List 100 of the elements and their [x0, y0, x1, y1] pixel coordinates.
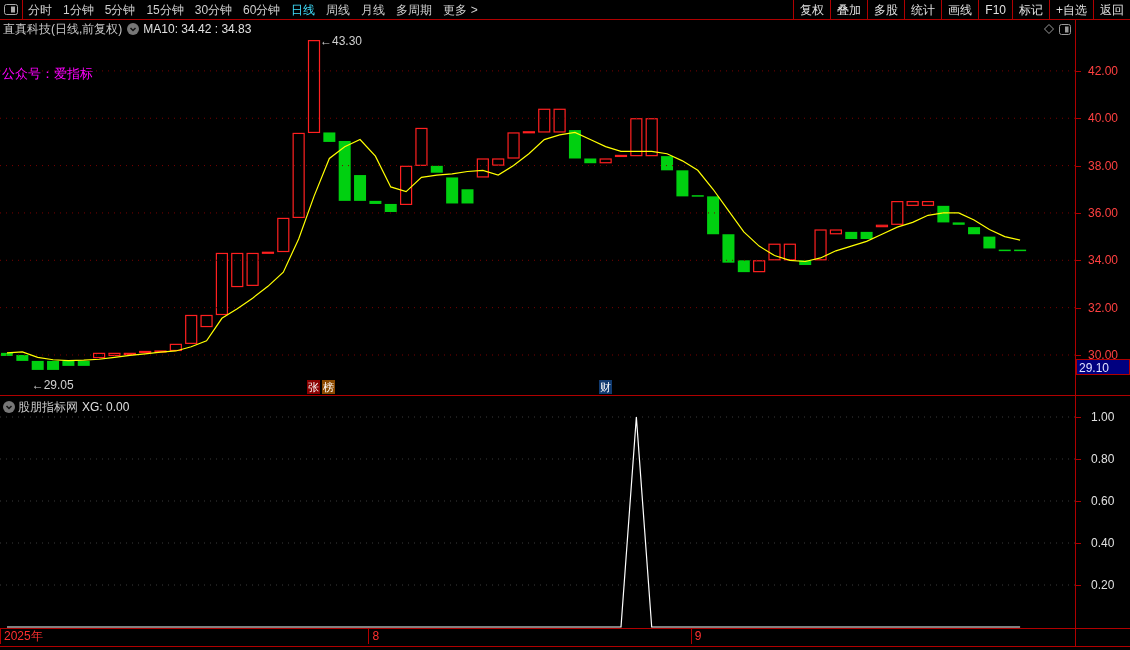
candlestick [983, 236, 996, 249]
candlestick [645, 118, 658, 157]
candlestick [400, 165, 413, 205]
axis-label: 1.00 [1091, 410, 1115, 424]
indicator-title: 股朋指标网 [18, 399, 78, 416]
candlestick [185, 314, 198, 344]
candlestick [354, 175, 367, 201]
axis-label: 0.60 [1091, 494, 1115, 508]
axis-label: 30.00 [1088, 348, 1119, 362]
axis-label: 32.00 [1088, 300, 1119, 315]
candlestick [261, 251, 275, 254]
candlestick [522, 131, 535, 134]
event-tag[interactable]: 财 [598, 380, 612, 394]
toolbar-button[interactable]: 多股 [867, 0, 905, 19]
candlestick [906, 201, 919, 206]
price-label: ←29.05 [31, 378, 74, 393]
candlestick [123, 352, 136, 356]
candlestick [476, 158, 489, 178]
candlestick [921, 201, 935, 206]
date-label: 9 [690, 629, 702, 644]
period-tab[interactable]: 1分钟 [63, 0, 94, 19]
date-label: 8 [368, 629, 380, 644]
candlestick [415, 127, 428, 166]
axis-label: 0.40 [1091, 536, 1115, 550]
toolbar-button[interactable]: 统计 [904, 0, 942, 19]
candlestick [215, 252, 228, 316]
candlestick [47, 360, 60, 370]
period-tab[interactable]: 30分钟 [194, 0, 233, 19]
candlestick [737, 260, 750, 273]
candlestick [538, 108, 551, 133]
candlestick [799, 260, 812, 266]
toolbar-button[interactable]: 复权 [793, 0, 831, 19]
ma10-values: : 34.42 : 34.83 [174, 21, 252, 38]
candlestick [553, 108, 566, 133]
candlestick [446, 177, 459, 204]
candlestick [661, 156, 674, 171]
candlestick [369, 200, 382, 204]
candlestick [492, 158, 505, 166]
candlestick [154, 350, 167, 353]
candlestick [93, 352, 106, 359]
candlestick [323, 132, 336, 142]
panel-toggle-icon[interactable] [4, 4, 18, 15]
toolbar-button[interactable]: F10 [978, 0, 1012, 19]
period-tab[interactable]: 多周期 [396, 0, 433, 19]
period-tab[interactable]: 60分钟 [243, 0, 281, 19]
period-tab[interactable]: 5分钟 [104, 0, 136, 19]
candlestick [584, 158, 597, 164]
toolbar-button[interactable]: 画线 [941, 0, 979, 19]
candlestick [722, 234, 735, 263]
candlestick [998, 249, 1011, 252]
panel-toggle-icon[interactable] [1059, 23, 1071, 35]
event-tag[interactable]: 榜 [322, 380, 336, 394]
toolbar-button[interactable]: 标记 [1012, 0, 1049, 19]
candlestick [31, 360, 44, 370]
diamond-icon[interactable] [1044, 24, 1054, 34]
candlestick [1014, 249, 1027, 252]
candlestick [952, 222, 965, 225]
candlestick [829, 229, 842, 235]
candlestick [691, 195, 704, 197]
period-tab[interactable]: 更多 > [443, 0, 478, 19]
candlestick [614, 154, 628, 158]
candlestick [968, 227, 981, 235]
ma10-name: MA10 [143, 21, 175, 38]
candlestick [277, 217, 290, 253]
candlestick [16, 355, 29, 361]
candlestick [845, 231, 858, 239]
xg-value: : 0.00 [99, 399, 130, 416]
toolbar-button[interactable]: +自选 [1049, 0, 1093, 19]
chart-title: 直真科技(日线,前复权) [2, 21, 123, 38]
period-tab[interactable]: 周线 [326, 0, 351, 19]
candlestick [62, 360, 75, 366]
period-tab[interactable]: 月线 [361, 0, 386, 19]
candlestick [384, 203, 397, 212]
candlestick [599, 158, 612, 164]
axis-label: 36.00 [1088, 205, 1119, 220]
axis-label: 34.00 [1088, 253, 1119, 268]
period-tab[interactable]: 分时 [28, 0, 52, 19]
candlestick [707, 196, 720, 235]
candlestick [568, 130, 581, 159]
candlestick [860, 231, 873, 239]
candlestick [814, 229, 827, 261]
chevron-down-icon[interactable] [3, 401, 15, 413]
candlestick [1, 352, 13, 356]
toolbar-button[interactable]: 返回 [1093, 0, 1130, 19]
candlestick [338, 141, 351, 201]
candlestick [507, 132, 520, 159]
candlestick [108, 352, 121, 357]
candlestick [169, 343, 182, 352]
event-tag[interactable]: 张 [307, 380, 320, 394]
period-tab[interactable]: 15分钟 [146, 0, 184, 19]
chevron-down-icon[interactable] [127, 23, 140, 35]
candlestick [461, 189, 474, 204]
candlestick [430, 165, 443, 173]
candlestick [783, 243, 796, 261]
last-price-label: 29.10 [1076, 359, 1130, 375]
axis-label: 0.80 [1091, 452, 1115, 466]
toolbar-button[interactable]: 叠加 [830, 0, 868, 19]
candlestick [246, 252, 259, 286]
period-tab[interactable]: 日线 [291, 0, 316, 19]
axis-label: 42.00 [1088, 63, 1119, 78]
